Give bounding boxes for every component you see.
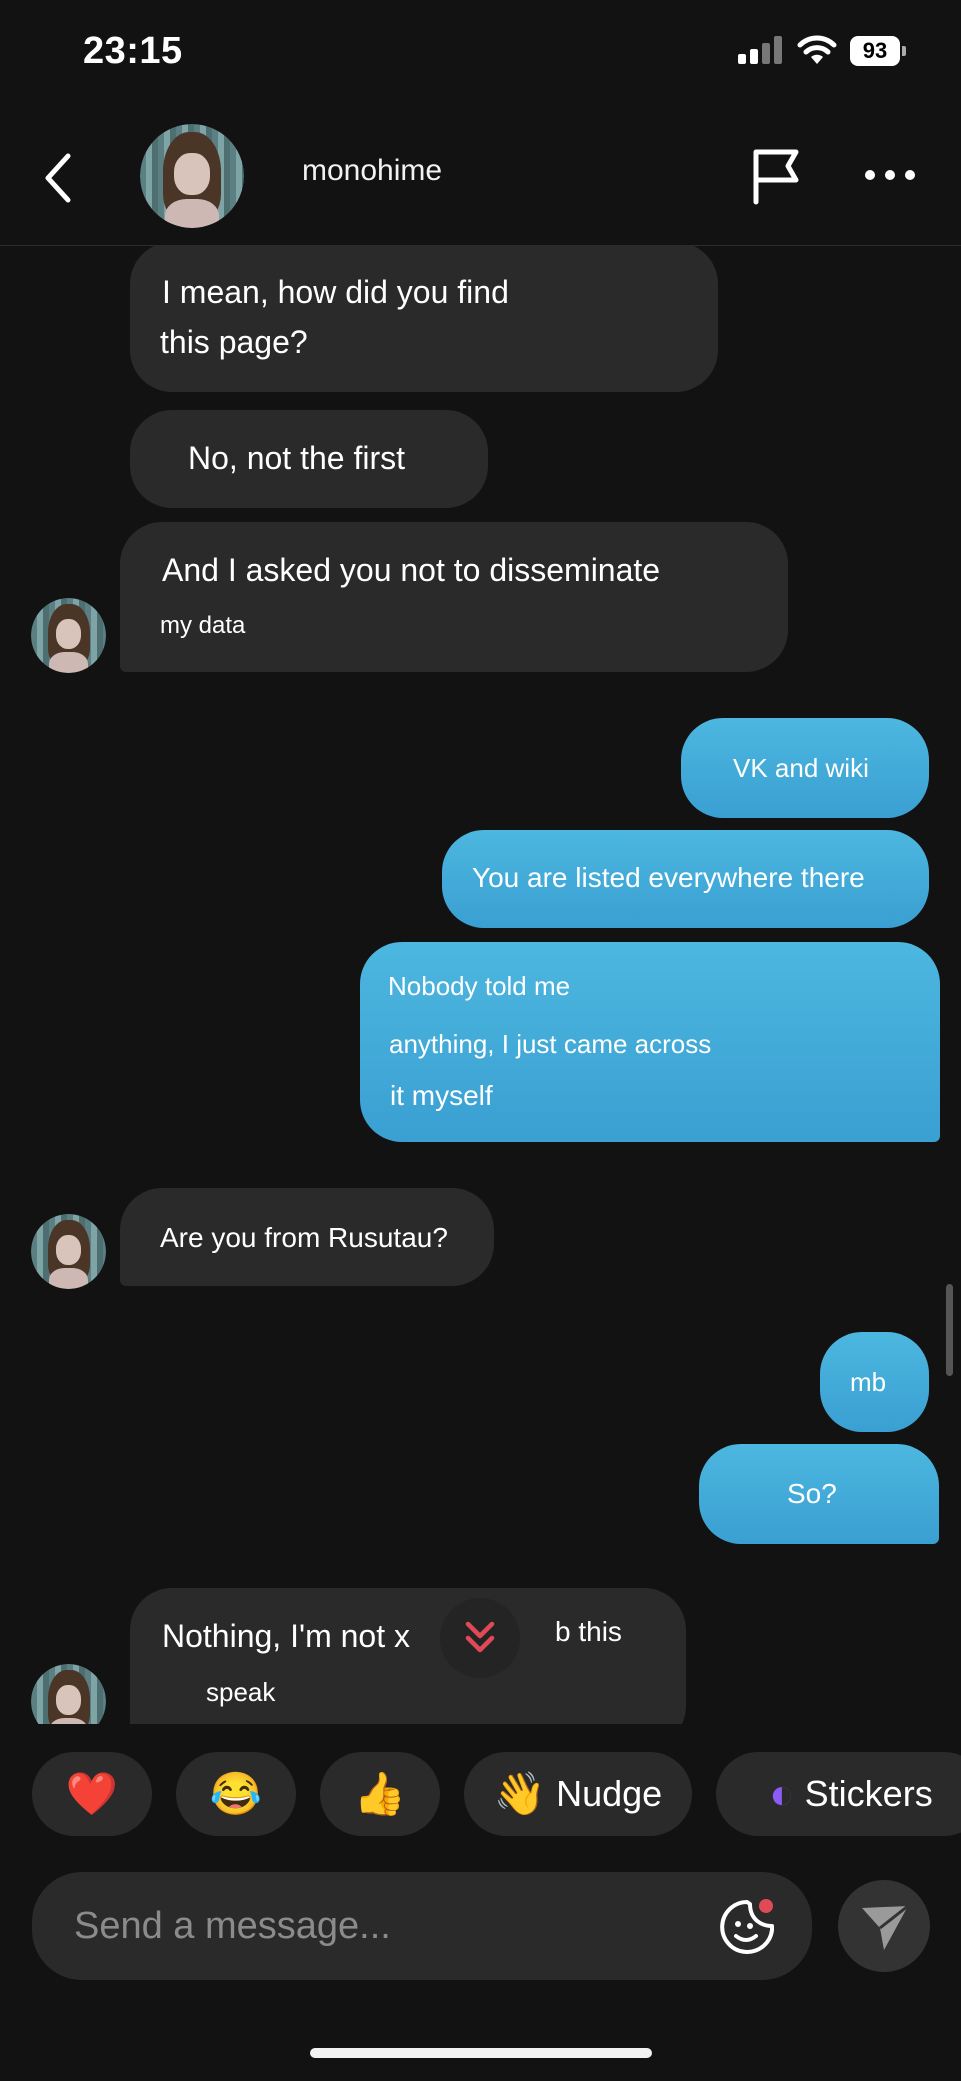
message-thread[interactable]: I mean, how did you find this page? No, … bbox=[0, 246, 961, 1724]
message-bubble-incoming[interactable]: No, not the first bbox=[130, 410, 488, 508]
chat-header: monohime bbox=[0, 110, 961, 246]
message-text: VK and wiki bbox=[733, 753, 869, 783]
message-bubble-outgoing[interactable]: mb bbox=[820, 1332, 929, 1432]
message-text: speak bbox=[206, 1677, 276, 1707]
sticker-picker-icon[interactable] bbox=[716, 1896, 778, 1958]
thumbs-up-reaction-button[interactable]: 👍 bbox=[320, 1752, 440, 1836]
message-text: this page? bbox=[160, 324, 308, 360]
double-chevron-down-icon bbox=[465, 1621, 495, 1653]
message-text: Nothing, I'm not x bbox=[162, 1618, 410, 1654]
message-text: So? bbox=[787, 1478, 837, 1509]
sticker-icon: ◐ bbox=[769, 1770, 795, 1817]
battery-icon: 93 bbox=[850, 36, 906, 66]
message-text: Nobody told me bbox=[388, 971, 571, 1001]
wifi-icon bbox=[797, 35, 837, 64]
message-text: mb bbox=[850, 1367, 887, 1397]
send-icon bbox=[862, 1904, 909, 1950]
stickers-button[interactable]: ◐ Stickers bbox=[716, 1752, 961, 1836]
nudge-button[interactable]: 👋 Nudge bbox=[464, 1752, 692, 1836]
contact-username[interactable]: monohime bbox=[302, 154, 442, 188]
message-text: No, not the first bbox=[188, 440, 405, 476]
quick-reactions-bar: ❤️ 😂 👍 👋 Nudge ◐ Stickers bbox=[0, 1752, 961, 1836]
message-bubble-outgoing[interactable]: So? bbox=[699, 1444, 939, 1544]
scrollbar[interactable] bbox=[946, 1284, 953, 1376]
nudge-label: Nudge bbox=[556, 1773, 663, 1814]
message-text: it myself bbox=[390, 1080, 493, 1111]
home-indicator bbox=[310, 2048, 652, 2058]
message-input[interactable] bbox=[74, 1898, 694, 1954]
sender-avatar[interactable] bbox=[31, 1214, 106, 1289]
message-text: And I asked you not to disseminate bbox=[162, 552, 661, 588]
sender-avatar[interactable] bbox=[31, 598, 106, 673]
message-bubble-incoming[interactable]: I mean, how did you find this page? bbox=[130, 246, 718, 392]
message-bubble-incoming[interactable]: Are you from Rusutau? bbox=[120, 1188, 494, 1286]
contact-avatar[interactable] bbox=[140, 124, 244, 228]
message-bubble-incoming[interactable]: Nothing, I'm not x b this speak bbox=[130, 1588, 686, 1724]
report-flag-icon[interactable] bbox=[748, 146, 804, 206]
message-text: my data bbox=[160, 612, 246, 639]
laugh-reaction-button[interactable]: 😂 bbox=[176, 1752, 296, 1836]
send-button[interactable] bbox=[838, 1880, 930, 1972]
message-text: Are you from Rusutau? bbox=[160, 1222, 448, 1253]
sender-avatar[interactable] bbox=[31, 1664, 106, 1724]
message-composer bbox=[32, 1872, 812, 1980]
message-text: You are listed everywhere there bbox=[472, 862, 865, 893]
battery-level: 93 bbox=[850, 36, 900, 66]
heart-reaction-button[interactable]: ❤️ bbox=[32, 1752, 152, 1836]
message-text: I mean, how did you find bbox=[162, 274, 509, 310]
status-bar: 23:15 93 bbox=[0, 0, 961, 110]
signal-icon bbox=[738, 36, 784, 64]
back-arrow-icon[interactable] bbox=[38, 148, 78, 208]
status-time: 23:15 bbox=[83, 30, 183, 72]
thumbs-up-icon: 👍 bbox=[353, 1770, 407, 1817]
message-text: b this bbox=[555, 1616, 622, 1647]
laughing-face-icon: 😂 bbox=[209, 1770, 263, 1817]
stickers-label: Stickers bbox=[804, 1773, 933, 1814]
message-bubble-outgoing[interactable]: You are listed everywhere there bbox=[442, 830, 929, 928]
waving-hand-icon: 👋 bbox=[493, 1770, 547, 1817]
scroll-to-bottom-button[interactable] bbox=[440, 1598, 520, 1678]
message-text: anything, I just came across bbox=[389, 1029, 712, 1059]
heart-icon: ❤️ bbox=[65, 1770, 119, 1817]
more-options-icon[interactable] bbox=[862, 160, 918, 190]
message-bubble-incoming[interactable]: And I asked you not to disseminate my da… bbox=[120, 522, 788, 672]
message-bubble-outgoing[interactable]: Nobody told me anything, I just came acr… bbox=[360, 942, 940, 1142]
message-bubble-outgoing[interactable]: VK and wiki bbox=[681, 718, 929, 818]
